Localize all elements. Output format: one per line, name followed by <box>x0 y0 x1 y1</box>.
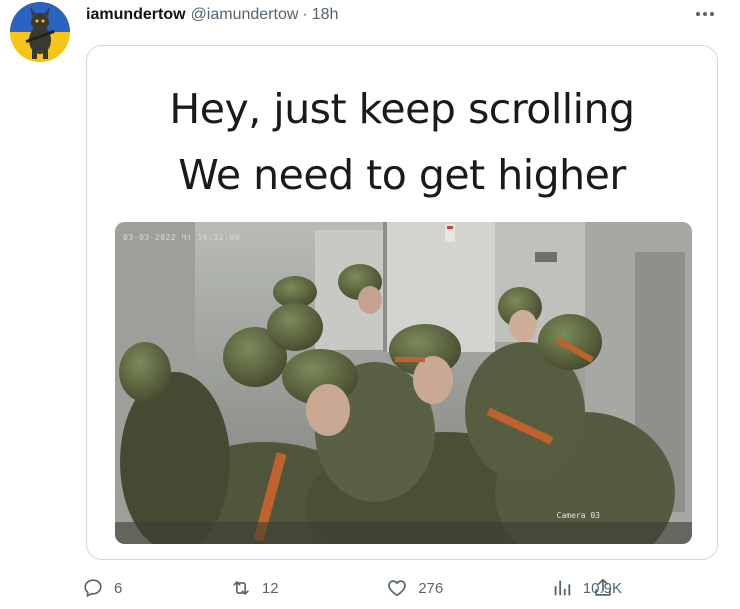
retweet-button[interactable]: 12 <box>230 574 279 602</box>
views-chart-icon <box>554 580 571 596</box>
tweet-header: iamundertow @iamundertow · 18h <box>86 4 338 26</box>
ellipsis-icon <box>696 12 714 16</box>
user-handle[interactable]: @iamundertow <box>191 6 299 24</box>
reply-button[interactable]: 6 <box>82 574 122 602</box>
like-button[interactable]: 276 <box>386 574 443 602</box>
avatar-image <box>10 2 70 62</box>
elevator-photo: 03-03-2022 Чт 16:32:09 Camera 03 <box>115 222 692 544</box>
like-count: 276 <box>418 579 444 597</box>
share-button[interactable] <box>592 577 616 601</box>
photo-image <box>115 222 692 544</box>
action-bar: 6 12 276 10.9K <box>82 574 622 602</box>
display-name[interactable]: iamundertow <box>86 6 186 24</box>
share-icon <box>595 578 611 596</box>
meme-caption: Hey, just keep scrolling We need to get … <box>87 76 717 208</box>
caption-line-2: We need to get higher <box>178 151 626 199</box>
cctv-timestamp: 03-03-2022 Чт 16:32:09 <box>123 233 240 242</box>
reply-icon <box>84 579 102 597</box>
tweet: iamundertow @iamundertow · 18h Hey, just… <box>0 0 740 609</box>
retweet-count: 12 <box>261 579 279 597</box>
media-card[interactable]: Hey, just keep scrolling We need to get … <box>86 45 718 560</box>
more-options-button[interactable] <box>690 2 720 26</box>
retweet-icon <box>233 581 249 595</box>
avatar[interactable] <box>10 2 70 62</box>
camera-label: Camera 03 <box>556 511 600 520</box>
caption-line-1: Hey, just keep scrolling <box>169 85 635 133</box>
heart-icon <box>388 580 407 597</box>
timestamp[interactable]: 18h <box>312 6 339 24</box>
separator-dot: · <box>302 6 308 23</box>
reply-count: 6 <box>114 579 123 597</box>
